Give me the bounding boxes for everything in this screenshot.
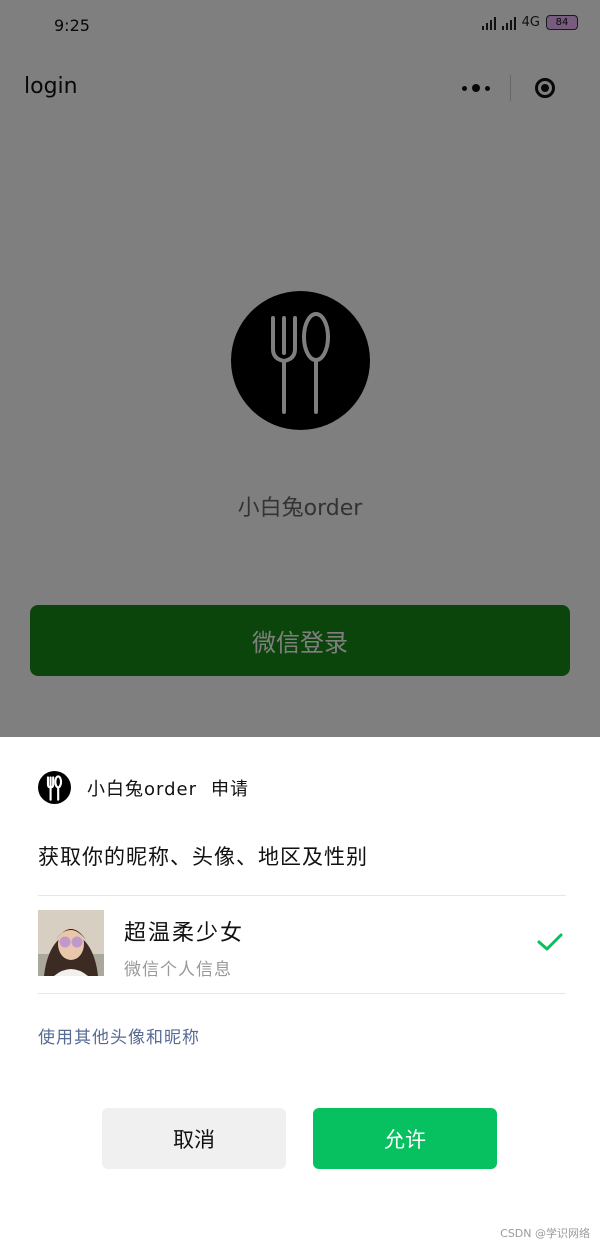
cancel-button[interactable]: 取消 — [102, 1108, 286, 1169]
user-nickname: 超温柔少女 — [124, 921, 245, 946]
avatar — [38, 910, 104, 976]
user-profile-row[interactable]: 超温柔少女 微信个人信息 — [38, 895, 566, 993]
permission-title: 获取你的昵称、头像、地区及性别 — [38, 845, 368, 869]
checkmark-icon — [537, 933, 563, 951]
watermark: CSDN @学识网络 — [500, 1227, 590, 1240]
allow-button[interactable]: 允许 — [313, 1108, 497, 1169]
use-other-avatar-link[interactable]: 使用其他头像和昵称 — [38, 1023, 200, 1048]
user-info-label: 微信个人信息 — [124, 960, 232, 980]
authorization-sheet: 小白兔order 申请 获取你的昵称、头像、地区及性别 超温柔少女 微信个人信息 … — [0, 737, 600, 1249]
divider-bottom — [38, 993, 566, 994]
sheet-header: 小白兔order 申请 — [38, 771, 249, 804]
sheet-app-line: 小白兔order 申请 — [87, 775, 249, 801]
sheet-app-name: 小白兔order — [87, 778, 197, 800]
request-label: 申请 — [211, 778, 249, 800]
app-logo-icon — [38, 771, 71, 804]
